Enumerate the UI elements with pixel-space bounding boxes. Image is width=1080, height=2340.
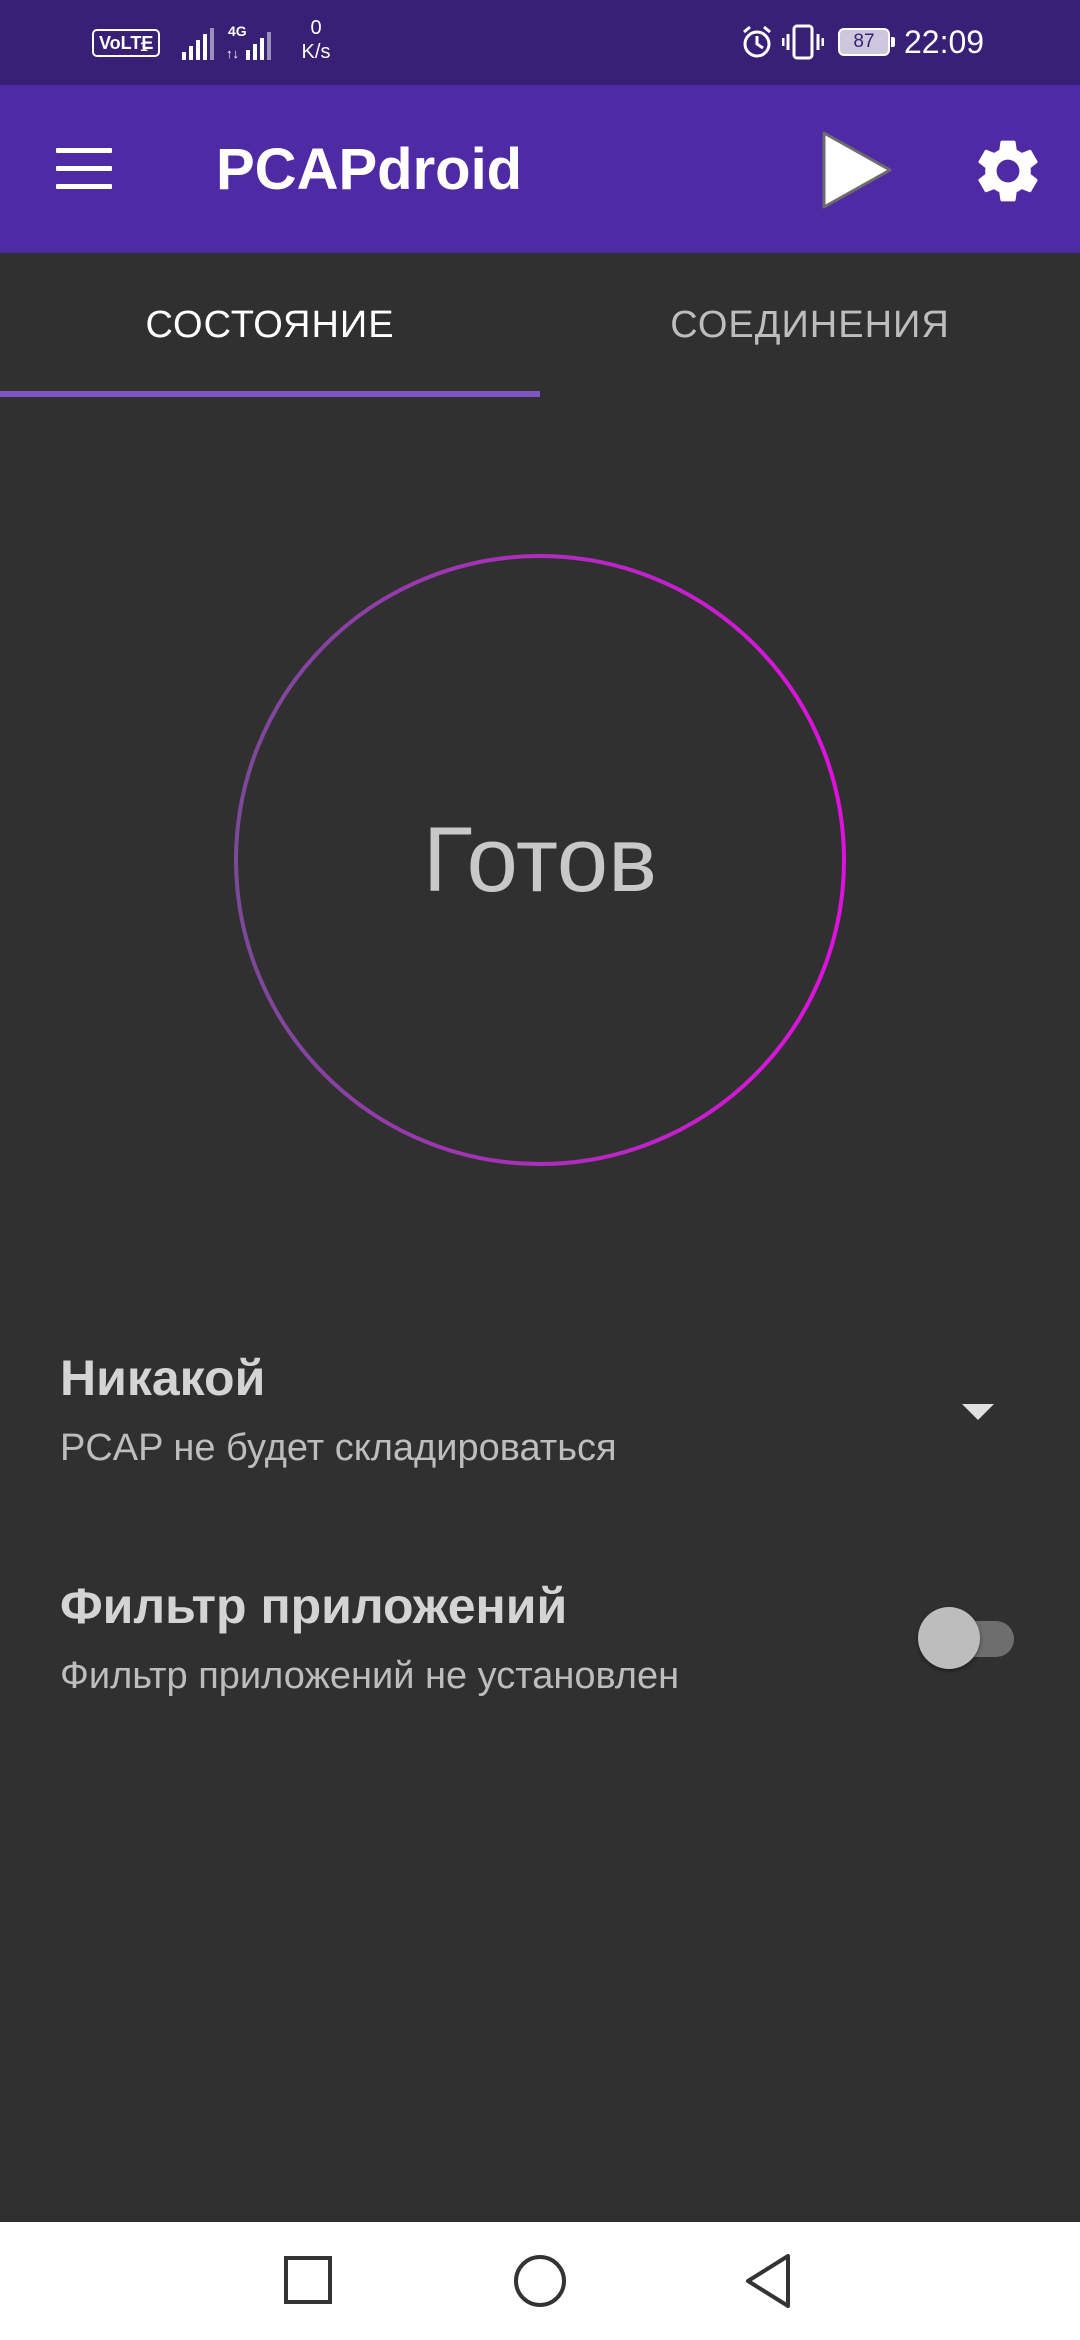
back-icon[interactable]: [738, 2248, 804, 2314]
battery-icon: 87: [838, 28, 895, 56]
system-nav-bar: [0, 2222, 1080, 2340]
vibrate-icon: [782, 24, 824, 60]
app-title: PCAPdroid: [216, 137, 523, 202]
tab-connections[interactable]: СОЕДИНЕНИЯ: [540, 253, 1080, 397]
sim-label: 1: [140, 38, 148, 54]
app-filter-title: Фильтр приложений: [60, 1578, 568, 1634]
network-speed-unit: K/s: [301, 41, 331, 63]
recents-icon[interactable]: [276, 2248, 342, 2314]
settings-button[interactable]: [970, 133, 1046, 209]
network-speed: 0 K/s: [296, 16, 336, 64]
clock: 22:09: [904, 24, 985, 60]
status-indicator: Готов: [232, 552, 848, 1168]
network-speed-value: 0: [310, 17, 322, 39]
home-icon[interactable]: [507, 2248, 573, 2314]
volte-icon: VoLTE: [92, 29, 161, 57]
play-icon: [822, 131, 892, 209]
alarm-icon: [743, 25, 771, 58]
dropdown-arrow-icon[interactable]: [962, 1402, 994, 1422]
svg-text:↑↓: ↑↓: [226, 46, 239, 60]
toggle-thumb: [918, 1607, 980, 1669]
dump-mode-subtitle: PCAP не будет складироваться: [60, 1427, 617, 1469]
dump-mode-title: Никакой: [60, 1350, 266, 1406]
app-filter-subtitle: Фильтр приложений не установлен: [60, 1655, 680, 1697]
start-capture-button[interactable]: [812, 127, 902, 213]
dump-mode-selector[interactable]: Никакой PCAP не будет складироваться: [0, 1320, 1080, 1490]
tab-status[interactable]: СОСТОЯНИЕ: [0, 253, 540, 397]
screen: VoLTE 1 4G ↑↓ 0 K/s 87 22:09 PCAPdroid С…: [0, 0, 1080, 2340]
status-text: Готов: [423, 809, 657, 911]
menu-button[interactable]: [50, 135, 120, 205]
tab-indicator: [0, 391, 540, 397]
status-bar: VoLTE 1 4G ↑↓ 0 K/s 87 22:09: [0, 0, 1080, 85]
signal-strength-icon: [182, 28, 214, 60]
tab-bar: СОСТОЯНИЕ СОЕДИНЕНИЯ: [0, 253, 1080, 397]
app-filter-toggle[interactable]: [918, 1604, 1018, 1669]
gear-icon: [978, 140, 1038, 202]
signal-strength-icon-2: ↑↓: [226, 32, 271, 60]
app-bar: PCAPdroid: [0, 85, 1080, 253]
